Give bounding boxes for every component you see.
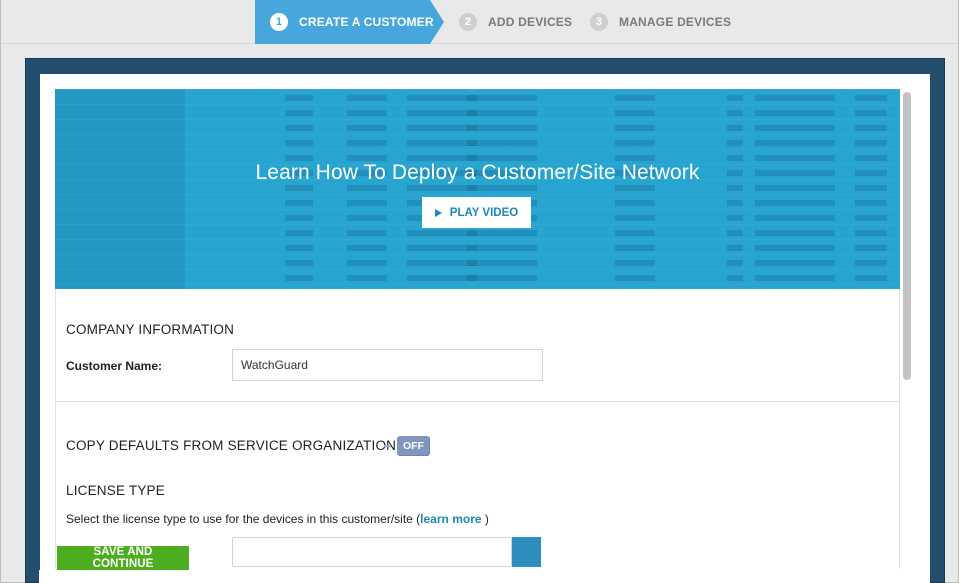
banner-background-column (347, 95, 387, 285)
banner-background-column (855, 95, 887, 285)
play-video-button[interactable]: PLAY VIDEO (422, 197, 531, 228)
step-manage-devices[interactable]: 3 MANAGE DEVICES (590, 0, 731, 44)
step-label: CREATE A CUSTOMER (299, 15, 434, 29)
play-video-label: PLAY VIDEO (449, 206, 519, 219)
step-number: 2 (459, 13, 477, 31)
app-viewport: 1 CREATE A CUSTOMER 2 ADD DEVICES 3 MANA… (0, 0, 959, 583)
vertical-scrollbar[interactable] (902, 89, 912, 549)
dialog-frame: Learn How To Deploy a Customer/Site Netw… (25, 58, 945, 583)
company-information-heading: COMPANY INFORMATION (66, 322, 235, 337)
license-help-suffix: ) (481, 512, 489, 526)
customer-name-label: Customer Name: (66, 359, 163, 373)
step-create-customer[interactable]: 1 CREATE A CUSTOMER (255, 0, 444, 44)
toggle-state: OFF (397, 436, 430, 456)
banner-background-column (285, 95, 313, 285)
defaults-license-section: COPY DEFAULTS FROM SERVICE ORGANIZATION … (55, 402, 900, 569)
learn-more-link[interactable]: learn more (420, 512, 481, 526)
step-number: 3 (590, 13, 608, 31)
license-type-dropdown-button[interactable] (512, 537, 541, 567)
banner-title: Learn How To Deploy a Customer/Site Netw… (255, 161, 700, 184)
toggle-track-icon (384, 445, 391, 447)
banner-background-column (467, 95, 537, 285)
license-type-select[interactable] (232, 537, 512, 567)
banner-background-column (727, 95, 743, 285)
copy-defaults-toggle[interactable]: OFF (384, 436, 430, 456)
banner-background-column (615, 95, 655, 285)
company-information-section: COMPANY INFORMATION Customer Name: (55, 289, 900, 402)
license-type-heading: LICENSE TYPE (66, 483, 165, 498)
step-number: 1 (270, 13, 288, 31)
banner-background-column (755, 95, 835, 285)
save-and-continue-button[interactable]: SAVE AND CONTINUE (57, 546, 189, 570)
dialog-panel: Learn How To Deploy a Customer/Site Netw… (40, 74, 930, 583)
step-add-devices[interactable]: 2 ADD DEVICES (459, 0, 572, 44)
wizard-stepper: 1 CREATE A CUSTOMER 2 ADD DEVICES 3 MANA… (1, 0, 958, 44)
scroll-content[interactable]: Learn How To Deploy a Customer/Site Netw… (55, 89, 900, 569)
license-help-prefix: Select the license type to use for the d… (66, 512, 421, 526)
customer-name-input[interactable] (232, 349, 543, 381)
scrollbar-thumb[interactable] (903, 92, 911, 380)
step-label: MANAGE DEVICES (619, 15, 732, 29)
play-icon (434, 208, 442, 217)
copy-defaults-heading: COPY DEFAULTS FROM SERVICE ORGANIZATION (66, 438, 397, 453)
step-label: ADD DEVICES (488, 15, 573, 29)
video-banner: Learn How To Deploy a Customer/Site Netw… (55, 89, 900, 289)
license-help-text: Select the license type to use for the d… (66, 512, 489, 526)
panel-footer (39, 570, 929, 583)
